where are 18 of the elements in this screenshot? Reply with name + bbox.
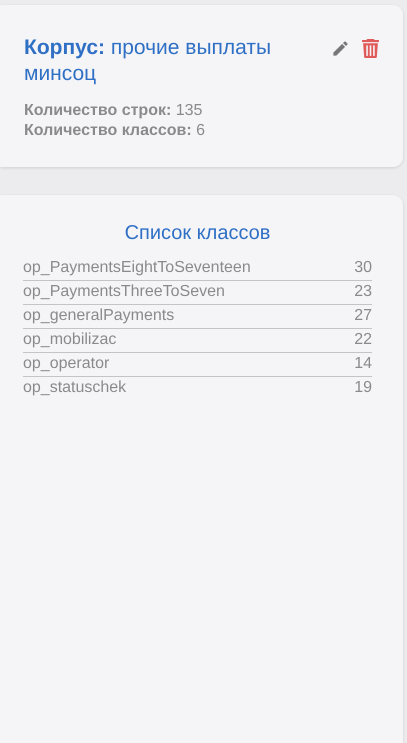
trash-icon[interactable]	[362, 39, 379, 58]
class-name: op_PaymentsThreeToSeven	[23, 282, 225, 302]
class-count: 27	[354, 306, 372, 326]
class-name: op_PaymentsEightToSeventeen	[23, 258, 251, 278]
pencil-icon[interactable]	[331, 39, 350, 58]
class-count: 22	[354, 330, 372, 350]
class-name: op_operator	[23, 354, 110, 374]
stat-text: Количество строк: 135	[24, 101, 204, 121]
class-count: 14	[354, 354, 372, 374]
list-title: Список классов	[124, 221, 272, 245]
stat-text: Количество классов: 6	[24, 121, 206, 141]
class-count: 19	[354, 378, 372, 398]
class-name: op_generalPayments	[23, 306, 174, 326]
corpus-title: Корпус: прочие выплаты минсоц	[24, 35, 272, 87]
class-count: 30	[354, 258, 372, 278]
class-count: 23	[354, 282, 372, 302]
class-name: op_mobilizac	[23, 330, 116, 350]
class-name: op_statuschek	[23, 378, 126, 398]
